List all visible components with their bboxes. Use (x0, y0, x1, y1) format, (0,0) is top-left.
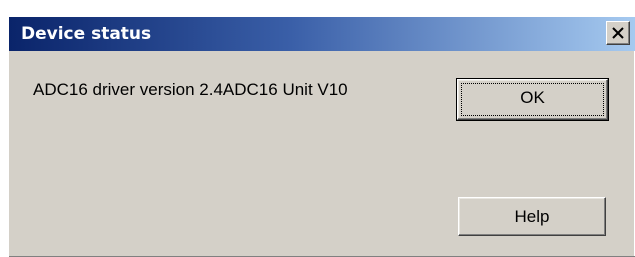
help-button[interactable]: Help (458, 197, 606, 236)
focus-ring (461, 83, 604, 116)
title-bar[interactable]: Device status (9, 17, 635, 51)
status-message: ADC16 driver version 2.4ADC16 Unit V10 (33, 80, 348, 99)
device-status-dialog: Device status ADC16 driver version 2.4AD… (8, 16, 635, 257)
help-button-label: Help (514, 207, 550, 226)
close-button[interactable] (606, 21, 630, 45)
window-title: Device status (21, 24, 152, 44)
close-icon (612, 27, 624, 39)
ok-button[interactable]: OK (456, 78, 609, 121)
